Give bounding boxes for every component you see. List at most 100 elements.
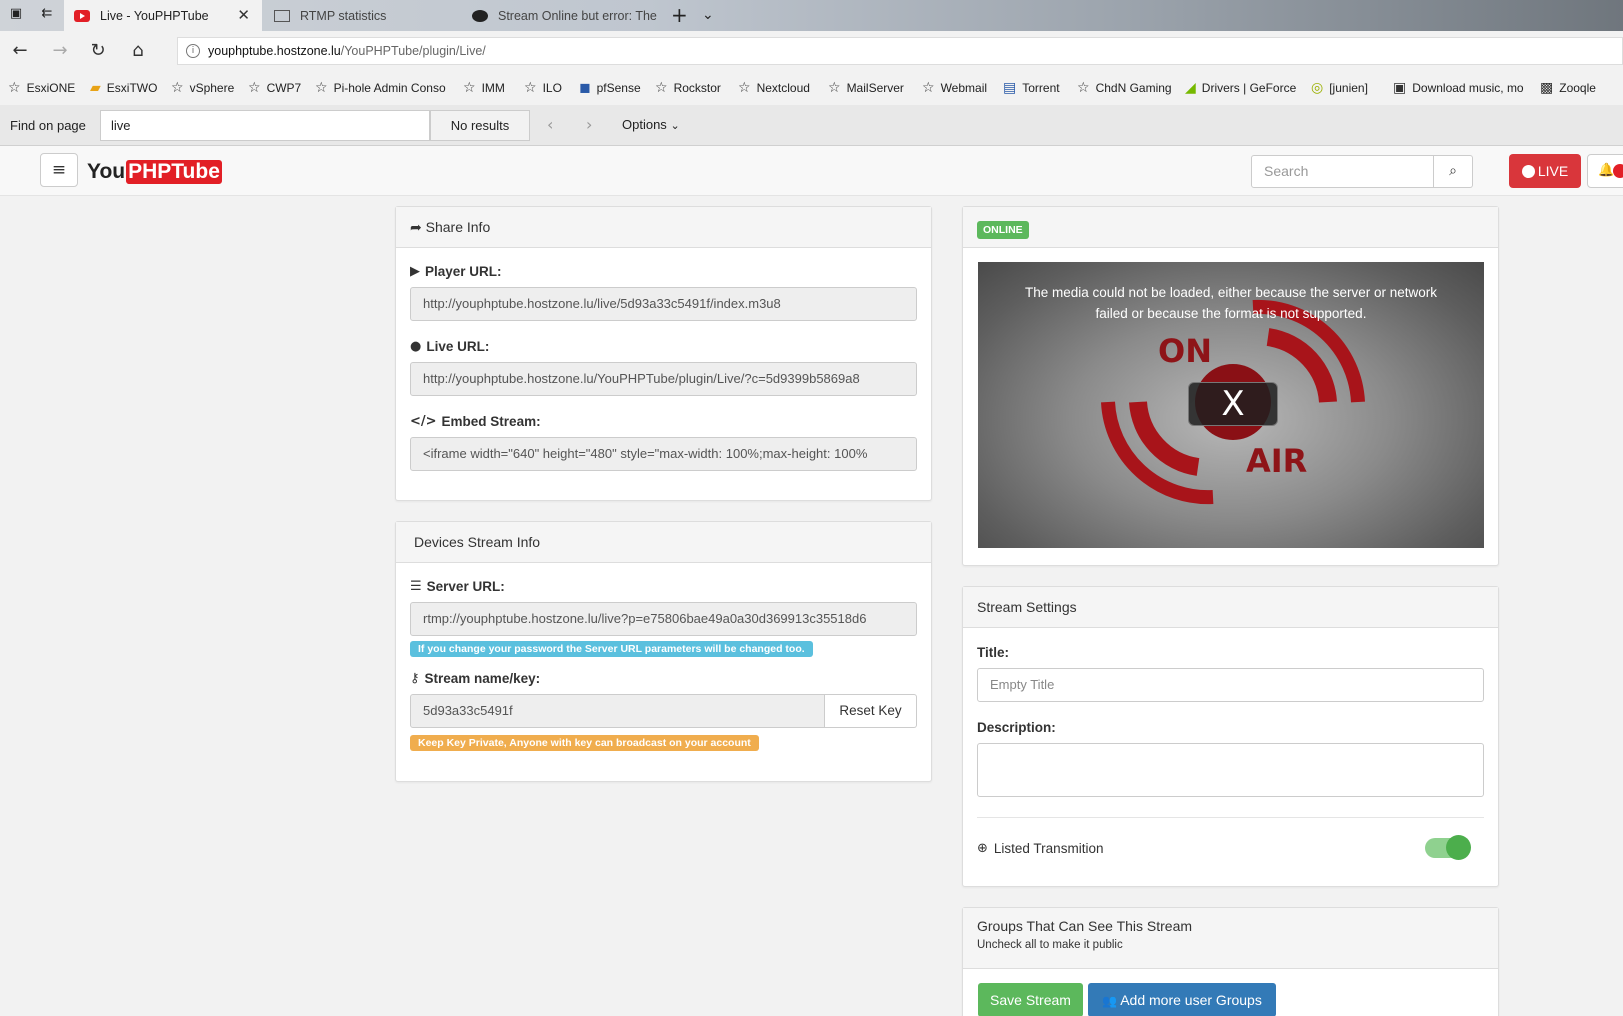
site-logo[interactable]: You PHPTube — [87, 160, 222, 184]
play-circle-icon: ▶ — [410, 264, 420, 279]
share-info-panel: ➦ Share Info ▶ Player URL: http://youphpt… — [395, 206, 932, 501]
bookmark-item[interactable]: ☆ Nextcloud — [738, 80, 810, 96]
title-input[interactable]: Empty Title — [977, 668, 1484, 702]
bookmark-label: EsxiTWO — [106, 81, 158, 95]
info-icon[interactable]: i — [186, 44, 200, 58]
bookmark-item[interactable]: ☆ Pi-hole Admin Conso — [315, 80, 446, 96]
notifications-button[interactable]: 🔔 — [1587, 154, 1623, 188]
listed-toggle[interactable] — [1425, 835, 1471, 860]
server-icon: ☰ — [410, 579, 422, 594]
bookmark-label: Pi-hole Admin Conso — [333, 81, 446, 95]
bookmark-label: [junien] — [1329, 81, 1368, 95]
embed-code-field[interactable]: <iframe width="640" height="480" style="… — [410, 437, 917, 471]
home-icon[interactable]: ⌂ — [126, 39, 150, 63]
nvidia-icon: ◢ — [1185, 80, 1196, 96]
bookmark-item[interactable]: ▰ EsxiTWO — [90, 80, 157, 96]
label-text: Stream name/key: — [424, 671, 541, 686]
tab-list-icon[interactable]: ⇇ — [37, 6, 57, 24]
star-icon: ☆ — [463, 80, 476, 96]
embed-stream-label: </> Embed Stream: — [410, 414, 917, 429]
listed-label: Listed Transmition — [993, 840, 1104, 856]
bookmark-item[interactable]: ☆ EsxiONE — [8, 80, 75, 96]
stream-settings-panel: Stream Settings Title: Empty Title Descr… — [962, 586, 1499, 887]
bookmark-item[interactable]: ◢ Drivers | GeForce — [1185, 80, 1296, 96]
new-tab-icon[interactable]: + — [671, 3, 688, 27]
add-user-groups-button[interactable]: 👥 Add more user Groups — [1088, 983, 1276, 1016]
panel-title: Devices Stream Info — [414, 534, 541, 550]
search-input[interactable]: Search — [1251, 155, 1434, 188]
air-text: AIR — [1246, 442, 1308, 480]
pfsense-icon: ◼ — [579, 80, 591, 96]
chevron-down-icon: ⌄ — [670, 119, 680, 132]
description-textarea[interactable] — [977, 743, 1484, 797]
chevron-down-icon[interactable]: ⌄ — [702, 7, 714, 23]
label-text: Embed Stream: — [441, 414, 541, 429]
bookmark-item[interactable]: ☆ Webmail — [922, 80, 987, 96]
url-path: /YouPHPTube/plugin/Live/ — [340, 44, 486, 58]
bookmark-item[interactable]: ☆ ILO — [524, 80, 562, 96]
player-panel: ONLINE The media could not be loaded, ei… — [962, 206, 1499, 566]
bookmark-item[interactable]: ◎ [junien] — [1311, 80, 1368, 96]
bookmark-item[interactable]: ☆ ChdN Gaming — [1077, 80, 1172, 96]
bookmark-item[interactable]: ☆ vSphere — [171, 80, 234, 96]
bookmark-label: pfSense — [596, 81, 641, 95]
panel-heading: Stream Settings — [963, 587, 1498, 628]
bookmark-item[interactable]: ☆ Rockstor — [655, 80, 721, 96]
refresh-icon[interactable]: ↻ — [86, 39, 110, 63]
search-icon[interactable]: ⌕ — [1434, 155, 1473, 188]
tab-rtmp-statistics[interactable]: RTMP statistics — [264, 0, 462, 31]
live-url-field[interactable]: http://youphptube.hostzone.lu/YouPHPTube… — [410, 362, 917, 396]
server-url-field[interactable]: rtmp://youphptube.hostzone.lu/live?p=e75… — [410, 602, 917, 636]
notification-badge — [1613, 164, 1623, 178]
player-url-field[interactable]: http://youphptube.hostzone.lu/live/5d93a… — [410, 287, 917, 321]
globe-icon: ⊕ — [977, 840, 988, 856]
live-button[interactable]: LIVE — [1509, 154, 1581, 188]
url-host: youphptube.hostzone.lu — [208, 44, 341, 58]
bell-icon: 🔔 — [1598, 163, 1615, 178]
bookmark-label: ILO — [542, 81, 562, 95]
bookmark-item[interactable]: ◼ pfSense — [579, 80, 641, 96]
button-label: Add more user Groups — [1120, 992, 1262, 1008]
site-header: ≡ You PHPTube Search ⌕ LIVE 🔔 — [0, 146, 1623, 196]
forward-icon[interactable]: → — [48, 39, 72, 63]
star-icon: ☆ — [248, 80, 261, 96]
close-tab-icon[interactable]: ✕ — [237, 6, 250, 24]
find-input[interactable]: live — [100, 110, 430, 141]
bookmark-label: Webmail — [940, 81, 988, 95]
live-url-label: ● Live URL: — [410, 339, 917, 354]
video-player[interactable]: The media could not be loaded, either be… — [978, 262, 1484, 548]
folder-icon: ▰ — [90, 80, 101, 96]
star-icon: ☆ — [8, 80, 21, 96]
bookmark-item[interactable]: ☆ MailServer — [828, 80, 904, 96]
bookmark-label: Zooqle — [1559, 81, 1596, 95]
stream-key-group: 5d93a33c5491f Reset Key — [410, 694, 917, 728]
find-next-icon[interactable]: › — [586, 115, 592, 134]
bookmark-item[interactable]: ☆ IMM — [463, 80, 505, 96]
error-message: The media could not be loaded, either be… — [978, 282, 1484, 324]
save-stream-button[interactable]: Save Stream — [978, 983, 1083, 1016]
tab-github-issue[interactable]: Stream Online but error: The — [462, 0, 660, 31]
back-icon[interactable]: ← — [8, 39, 32, 63]
close-icon[interactable]: X — [1188, 382, 1278, 426]
tab-label: Live - YouPHPTube — [100, 8, 209, 23]
bookmark-item[interactable]: ▤ Torrent — [1003, 80, 1060, 96]
panel-heading: Groups That Can See This Stream Uncheck … — [963, 908, 1498, 969]
find-options-button[interactable]: Options ⌄ — [622, 117, 680, 132]
stream-key-field[interactable]: 5d93a33c5491f — [410, 694, 825, 728]
reset-key-button[interactable]: Reset Key — [825, 694, 917, 728]
tab-manager-icon[interactable]: ▣ — [6, 6, 26, 24]
bookmark-item[interactable]: ☆ CWP7 — [248, 80, 301, 96]
star-icon: ☆ — [524, 80, 537, 96]
bookmark-label: IMM — [481, 81, 505, 95]
listed-row: ⊕ Listed Transmition — [977, 818, 1484, 878]
on-text: ON — [1158, 332, 1212, 370]
bookmark-item[interactable]: ▣ Download music, mo — [1393, 80, 1524, 96]
star-icon: ☆ — [738, 80, 751, 96]
tab-live-youphptube[interactable]: Live - YouPHPTube ✕ — [64, 0, 262, 31]
find-previous-icon[interactable]: ‹ — [547, 115, 553, 134]
menu-icon[interactable]: ≡ — [40, 153, 78, 187]
url-field[interactable]: i youphptube.hostzone.lu/YouPHPTube/plug… — [177, 37, 1623, 65]
star-icon: ☆ — [315, 80, 328, 96]
bookmark-item[interactable]: ▩ Zooqle — [1540, 80, 1596, 96]
tab-label: Stream Online but error: The — [498, 8, 657, 23]
